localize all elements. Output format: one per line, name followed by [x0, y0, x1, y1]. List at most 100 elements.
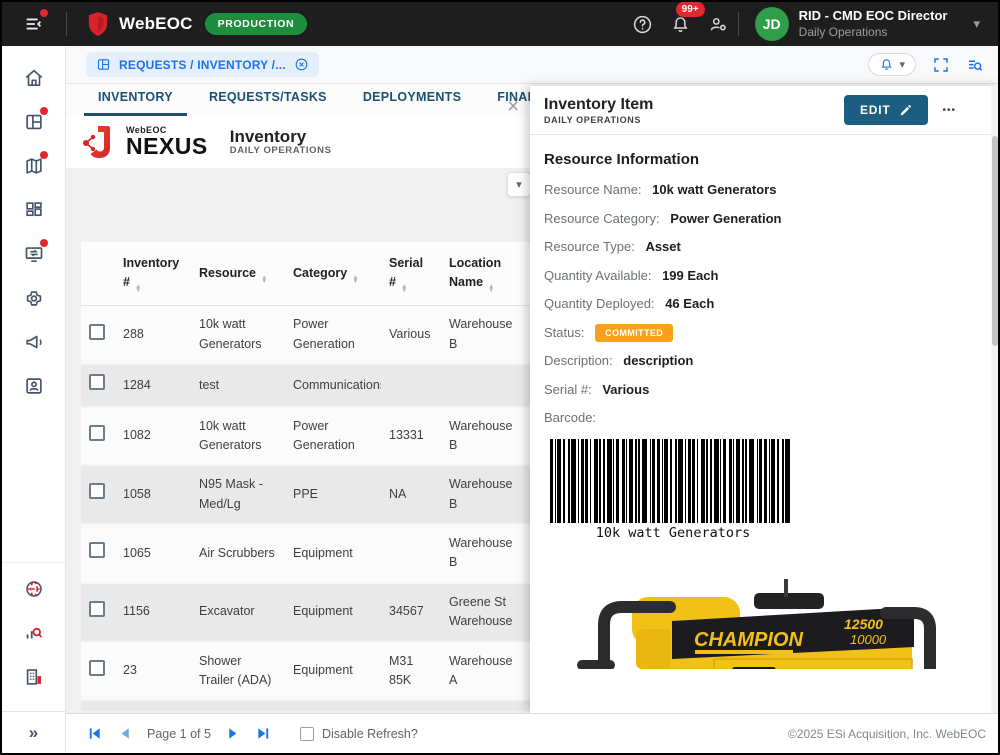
sidebar-item[interactable]	[2, 102, 65, 146]
row-checkbox[interactable]	[89, 374, 105, 390]
cell-serial: M31 85K	[381, 642, 441, 701]
column-header[interactable]: Serial #	[381, 242, 441, 306]
user-menu[interactable]: RID - CMD EOC Director Daily Operations	[799, 8, 948, 39]
filter-collapse-button[interactable]	[507, 172, 531, 197]
field-label: Description:	[544, 353, 613, 368]
sidebar-alert-dot	[40, 107, 48, 115]
sort-icon[interactable]	[488, 285, 494, 293]
sort-icon[interactable]	[135, 285, 141, 293]
last-page-button[interactable]	[256, 726, 271, 741]
cell-serial: NA	[381, 465, 441, 524]
cell-category: Equipment	[285, 583, 381, 642]
nav-tab[interactable]: INVENTORY	[84, 82, 187, 116]
cell-category: Power Generation	[285, 407, 381, 466]
column-header[interactable]: Location Name	[441, 242, 529, 306]
board-icon	[96, 57, 111, 72]
sidebar-item[interactable]	[2, 322, 65, 366]
row-checkbox[interactable]	[89, 425, 105, 441]
help-icon[interactable]	[624, 14, 662, 35]
sidebar-tool-item[interactable]	[2, 613, 65, 657]
column-header[interactable]: Resource	[191, 242, 285, 306]
row-checkbox[interactable]	[89, 483, 105, 499]
column-header[interactable]: Inventory #	[115, 242, 191, 306]
workspace-tab[interactable]: REQUESTS / INVENTORY /...	[86, 52, 319, 77]
field-row: Resource Name: 10k watt Generators	[544, 182, 980, 197]
cell-resource: test	[191, 364, 285, 406]
table-row[interactable]: 1156 Excavator Equipment 34567 Greene St…	[81, 583, 533, 642]
sort-icon[interactable]	[401, 285, 407, 293]
barcode-label: Barcode:	[544, 410, 596, 425]
top-app-bar: WebEOC PRODUCTION 99+ JD RID - CMD EOC D…	[2, 2, 998, 46]
menu-toggle-icon[interactable]	[2, 13, 66, 35]
table-row[interactable]: 288 10k watt Generators Power Generation…	[81, 306, 533, 364]
cell-inventory-number: 288	[115, 306, 191, 364]
user-menu-caret-icon[interactable]	[973, 16, 980, 32]
sidebar-expand-button[interactable]	[2, 711, 65, 753]
panel-header: Inventory Item DAILY OPERATIONS EDIT	[530, 86, 1000, 135]
svg-text:CHAMPION: CHAMPION	[694, 629, 803, 651]
panel-more-menu-icon[interactable]	[942, 105, 956, 116]
panel-scrollbar[interactable]	[991, 86, 999, 713]
table-row[interactable]: 1061 Shower Trailer (ADA) Equipment A6A …	[81, 700, 533, 711]
sidebar-item[interactable]	[2, 278, 65, 322]
sidebar-item[interactable]	[2, 190, 65, 234]
user-settings-icon[interactable]	[700, 14, 738, 35]
first-page-button[interactable]	[87, 726, 102, 741]
row-checkbox[interactable]	[89, 660, 105, 676]
table-row[interactable]: 1065 Air Scrubbers Equipment Warehouse B…	[81, 524, 533, 583]
disable-refresh-checkbox[interactable]	[300, 727, 314, 741]
cell-category: Power Generation	[285, 306, 381, 364]
sidebar-item[interactable]	[2, 234, 65, 278]
previous-page-button[interactable]	[117, 726, 132, 741]
field-value: Asset	[645, 239, 680, 254]
topbar-divider	[66, 12, 67, 36]
row-checkbox[interactable]	[89, 324, 105, 340]
sidebar-tool-item[interactable]	[2, 657, 65, 701]
page-indicator: Page 1 of 5	[147, 727, 211, 741]
field-value: 199 Each	[662, 268, 718, 283]
sort-icon[interactable]	[261, 276, 267, 284]
user-context: Daily Operations	[799, 25, 948, 40]
close-tab-icon[interactable]	[294, 57, 309, 72]
nav-tab[interactable]: DEPLOYMENTS	[349, 82, 475, 116]
field-row: Resource Type: Asset	[544, 239, 980, 254]
table-row[interactable]: 1082 10k watt Generators Power Generatio…	[81, 407, 533, 466]
cell-inventory-number: 1058	[115, 465, 191, 524]
cell-location: Warehouse B	[441, 407, 529, 466]
cell-inventory-number: 1061	[115, 700, 191, 711]
sidebar-item[interactable]	[2, 146, 65, 190]
table-row[interactable]: 1058 N95 Mask - Med/Lg PPE NA Warehouse …	[81, 465, 533, 524]
caret-down-icon	[899, 58, 905, 71]
sidebar-tool-item[interactable]	[2, 569, 65, 613]
table-row[interactable]: 1284 test Communications 4	[81, 364, 533, 406]
panel-close-icon[interactable]	[507, 96, 519, 117]
column-header[interactable]: Category	[285, 242, 381, 306]
edit-button[interactable]: EDIT	[844, 95, 929, 125]
sidebar-item[interactable]	[2, 58, 65, 102]
fullscreen-icon[interactable]	[932, 56, 950, 74]
alerts-dropdown[interactable]	[868, 53, 916, 76]
row-checkbox[interactable]	[89, 542, 105, 558]
cell-inventory-number: 1284	[115, 364, 191, 406]
select-all-header	[81, 242, 115, 306]
nexus-brand-main: NEXUS	[126, 135, 208, 158]
row-checkbox[interactable]	[89, 601, 105, 617]
board-subtitle: DAILY OPERATIONS	[230, 146, 332, 157]
scrollbar-thumb[interactable]	[992, 136, 998, 346]
user-avatar[interactable]: JD	[755, 7, 789, 41]
board-search-icon[interactable]	[966, 56, 984, 74]
sort-icon[interactable]	[352, 276, 358, 284]
cell-serial	[381, 364, 441, 406]
notifications-bell-icon[interactable]: 99+	[662, 14, 700, 35]
next-page-button[interactable]	[226, 726, 241, 741]
cell-serial	[381, 524, 441, 583]
sidebar-tools	[2, 562, 65, 701]
cell-resource: N95 Mask - Med/Lg	[191, 465, 285, 524]
sidebar-item[interactable]	[2, 366, 65, 410]
table-row[interactable]: 23 Shower Trailer (ADA) Equipment M31 85…	[81, 642, 533, 701]
field-row: Description: description	[544, 353, 980, 368]
pencil-icon	[899, 104, 912, 117]
sidebar-menu	[2, 46, 65, 410]
nav-tab[interactable]: REQUESTS/TASKS	[195, 82, 341, 116]
svg-text:12500: 12500	[844, 616, 883, 632]
